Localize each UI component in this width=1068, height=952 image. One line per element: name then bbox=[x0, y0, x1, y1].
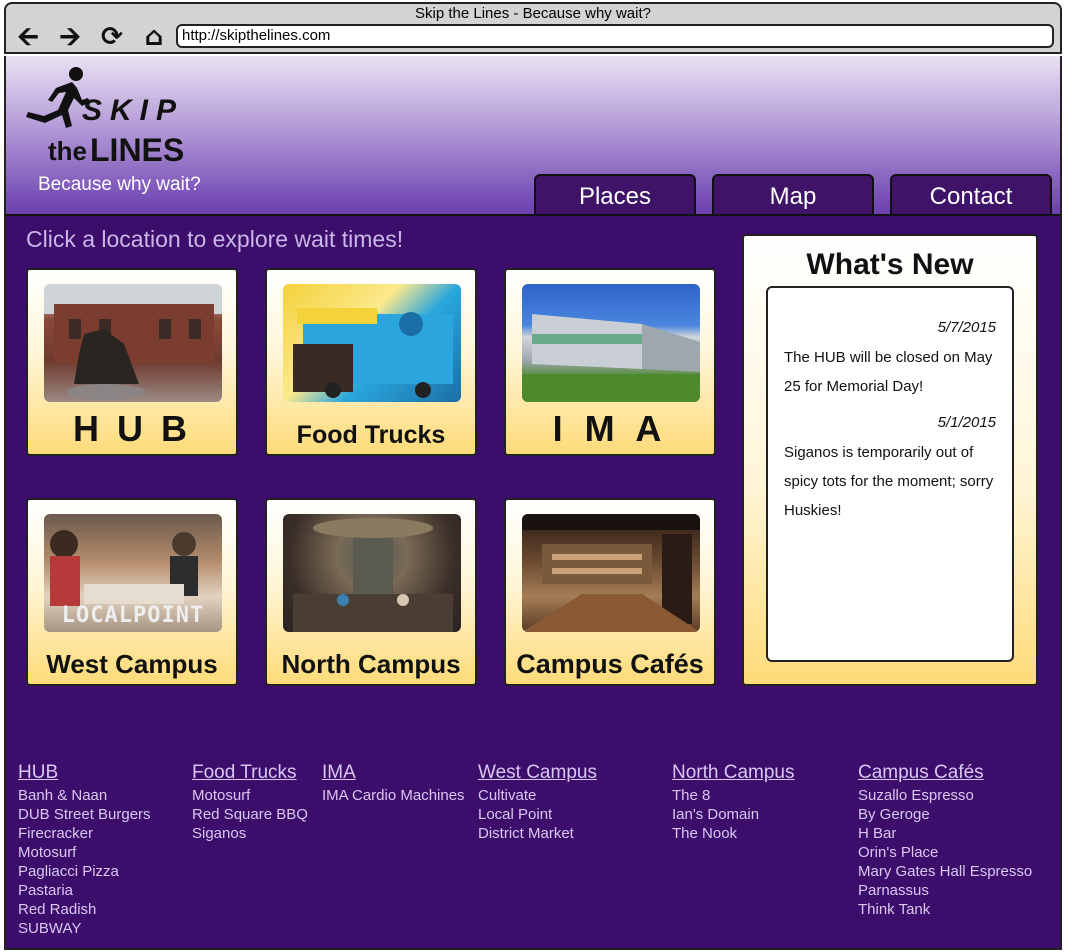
main-content: Click a location to explore wait times! … bbox=[4, 214, 1062, 950]
news-text: Siganos is temporarily out of spicy tots… bbox=[784, 444, 994, 519]
logo-skip-text: SKIP bbox=[82, 94, 185, 127]
footer-column-hub: HUB Banh & Naan DUB Street Burgers Firec… bbox=[18, 762, 151, 938]
footer-heading-link[interactable]: HUB bbox=[18, 762, 151, 784]
footer-heading-link[interactable]: North Campus bbox=[672, 762, 795, 784]
footer-heading-link[interactable]: Food Trucks bbox=[192, 762, 308, 784]
intro-text: Click a location to explore wait times! bbox=[26, 226, 404, 252]
west-campus-photo: LOCALPOINT bbox=[44, 514, 222, 632]
browser-title: Skip the Lines - Because why wait? bbox=[415, 5, 651, 22]
nav-places-button[interactable]: Places bbox=[534, 174, 696, 214]
dining-hall-image bbox=[293, 518, 453, 632]
footer-item[interactable]: The 8 bbox=[672, 786, 795, 805]
footer-column-north-campus: North Campus The 8 Ian's Domain The Nook bbox=[672, 762, 795, 843]
food-trucks-photo bbox=[283, 284, 461, 402]
footer-item[interactable]: Red Radish bbox=[18, 900, 151, 919]
footer-item[interactable]: Motosurf bbox=[18, 843, 151, 862]
footer-item[interactable]: Cultivate bbox=[478, 786, 597, 805]
footer-column-campus-cafes: Campus Cafés Suzallo Espresso By Geroge … bbox=[858, 762, 1032, 919]
news-date: 5/1/2015 bbox=[937, 414, 996, 431]
footer-item[interactable]: DUB Street Burgers bbox=[18, 805, 151, 824]
footer-column-food-trucks: Food Trucks Motosurf Red Square BBQ Siga… bbox=[192, 762, 308, 843]
location-card-food-trucks[interactable]: Food Trucks bbox=[265, 268, 477, 456]
site-header: SKIP the LINES Because why wait? Places … bbox=[4, 56, 1062, 214]
browser-nav-icons: 🡨 🡪 ⟳ ⌂ bbox=[12, 24, 170, 50]
footer-item[interactable]: SUBWAY bbox=[18, 919, 151, 938]
footer-item[interactable]: Motosurf bbox=[192, 786, 308, 805]
url-bar[interactable]: http://skipthelines.com bbox=[176, 24, 1054, 48]
north-campus-photo bbox=[283, 514, 461, 632]
news-text: The HUB will be closed on May 25 for Mem… bbox=[784, 349, 993, 395]
whats-new-feed: 5/7/2015 The HUB will be closed on May 2… bbox=[766, 286, 1014, 662]
location-card-campus-cafes[interactable]: Campus Cafés bbox=[504, 498, 716, 686]
campus-cafes-card-label: Campus Cafés bbox=[516, 649, 704, 679]
footer-item[interactable]: Pastaria bbox=[18, 881, 151, 900]
footer-column-west-campus: West Campus Cultivate Local Point Distri… bbox=[478, 762, 597, 843]
ima-building-image bbox=[522, 314, 700, 402]
nav-contact-button[interactable]: Contact bbox=[890, 174, 1052, 214]
footer-item[interactable]: Orin's Place bbox=[858, 843, 1032, 862]
hub-photo bbox=[44, 284, 222, 402]
footer-heading-link[interactable]: West Campus bbox=[478, 762, 597, 784]
husky-statue-image bbox=[44, 284, 222, 400]
footer-item[interactable]: IMA Cardio Machines bbox=[322, 786, 465, 805]
footer-item[interactable]: Parnassus bbox=[858, 881, 1032, 900]
food-trucks-card-label: Food Trucks bbox=[296, 421, 446, 449]
tagline: Because why wait? bbox=[38, 174, 201, 195]
footer-item[interactable]: Red Square BBQ bbox=[192, 805, 308, 824]
footer-heading-link[interactable]: Campus Cafés bbox=[858, 762, 1032, 784]
footer-item[interactable]: Firecracker bbox=[18, 824, 151, 843]
footer-item[interactable]: Suzallo Espresso bbox=[858, 786, 1032, 805]
ima-card-label: I M A bbox=[552, 408, 668, 449]
news-date: 5/7/2015 bbox=[937, 319, 996, 336]
footer-item[interactable]: Local Point bbox=[478, 805, 597, 824]
ima-photo bbox=[522, 284, 700, 402]
forward-arrow-icon[interactable]: 🡪 bbox=[54, 24, 86, 50]
nav-map-button[interactable]: Map bbox=[712, 174, 874, 214]
footer-item[interactable]: By Geroge bbox=[858, 805, 1032, 824]
home-icon[interactable]: ⌂ bbox=[138, 24, 170, 50]
footer-column-ima: IMA IMA Cardio Machines bbox=[322, 762, 465, 805]
footer-item[interactable]: District Market bbox=[478, 824, 597, 843]
whats-new-panel: What's New 5/7/2015 The HUB will be clos… bbox=[742, 234, 1038, 686]
logo-the-text: the bbox=[48, 136, 87, 166]
footer-item[interactable]: Pagliacci Pizza bbox=[18, 862, 151, 881]
whats-new-title: What's New bbox=[806, 248, 974, 281]
location-card-north-campus[interactable]: North Campus bbox=[265, 498, 477, 686]
cafe-interior-image bbox=[522, 514, 700, 632]
north-campus-card-label: North Campus bbox=[281, 649, 461, 679]
location-card-west-campus[interactable]: LOCALPOINT West Campus bbox=[26, 498, 238, 686]
footer-item[interactable]: Ian's Domain bbox=[672, 805, 795, 824]
food-truck-image bbox=[293, 308, 453, 398]
location-card-hub[interactable]: H U B bbox=[26, 268, 238, 456]
west-campus-card-label: West Campus bbox=[46, 649, 218, 679]
refresh-icon[interactable]: ⟳ bbox=[96, 24, 128, 50]
footer-item[interactable]: Think Tank bbox=[858, 900, 1032, 919]
localpoint-caption: LOCALPOINT bbox=[61, 603, 205, 628]
back-arrow-icon[interactable]: 🡨 bbox=[12, 24, 44, 50]
browser-window-chrome: Skip the Lines - Because why wait? 🡨 🡪 ⟳… bbox=[4, 2, 1062, 54]
campus-cafes-photo bbox=[522, 514, 700, 632]
logo-lines-text: LINES bbox=[90, 132, 185, 168]
location-card-ima[interactable]: I M A bbox=[504, 268, 716, 456]
footer-item[interactable]: Mary Gates Hall Espresso bbox=[858, 862, 1032, 881]
site-logo[interactable]: SKIP the LINES bbox=[22, 66, 202, 176]
footer-item[interactable]: Banh & Naan bbox=[18, 786, 151, 805]
footer-item[interactable]: Siganos bbox=[192, 824, 308, 843]
footer-item[interactable]: H Bar bbox=[858, 824, 1032, 843]
hub-card-label: H U B bbox=[73, 408, 191, 449]
footer-item[interactable]: The Nook bbox=[672, 824, 795, 843]
footer-heading-link[interactable]: IMA bbox=[322, 762, 465, 784]
